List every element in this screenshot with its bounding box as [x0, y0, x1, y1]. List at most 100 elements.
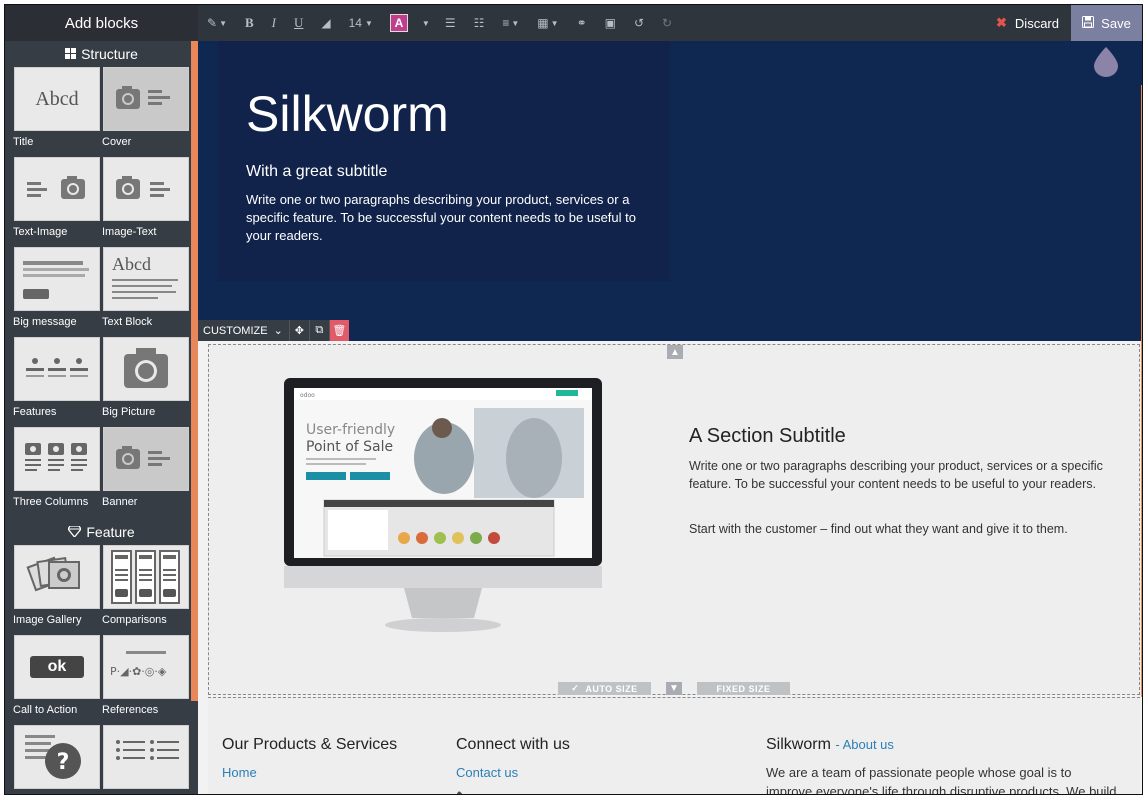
clone-button[interactable]: ⧉ — [308, 320, 329, 341]
hero-content-box — [218, 41, 670, 281]
footer-about-link[interactable]: About us — [843, 737, 894, 752]
table-icon: ▦ — [537, 16, 549, 30]
block-label: Comparisons — [102, 614, 167, 626]
droplet-icon[interactable] — [1094, 47, 1118, 77]
block-title[interactable]: Abcd Title — [13, 67, 100, 157]
block-features[interactable]: Features — [13, 337, 100, 427]
fixed-size-button[interactable]: FIXED SIZE — [697, 682, 790, 695]
block-question[interactable]: ? — [14, 725, 100, 794]
block-thumb — [103, 67, 189, 131]
block-thumb — [14, 545, 100, 609]
bold-icon: B — [244, 15, 254, 30]
delete-button[interactable]: 🗑 — [328, 320, 349, 341]
eraser-button[interactable]: ◢ — [312, 5, 339, 41]
footer-section[interactable]: Our Products & Services Home Connect wit… — [208, 697, 1140, 795]
screen-brand: odoo — [300, 392, 315, 399]
add-blocks-sidebar: Add blocks Structure Abcd Title Cover Te… — [5, 5, 198, 794]
auto-size-button[interactable]: ✓ AUTO SIZE — [558, 682, 651, 695]
underline-icon: U — [294, 15, 304, 30]
numbered-list-icon: ☷ — [473, 16, 485, 30]
bold-button[interactable]: B — [236, 5, 263, 41]
hero-subtitle[interactable]: With a great subtitle — [246, 163, 387, 181]
block-image-gallery[interactable]: Image Gallery — [13, 545, 100, 635]
camera-text-icon — [116, 176, 170, 199]
abcd-text: Abcd — [35, 87, 79, 110]
block-text-image[interactable]: Text-Image — [13, 157, 100, 247]
image-button[interactable]: ▣ — [596, 5, 625, 41]
block-text-block[interactable]: Abcd Text Block — [102, 247, 189, 337]
block-label: Text-Image — [13, 226, 68, 238]
save-button[interactable]: Save — [1071, 5, 1142, 41]
block-label: Image Gallery — [13, 614, 82, 626]
block-label: Title — [13, 136, 34, 148]
sidebar-scrollbar[interactable] — [191, 41, 198, 701]
features-icon — [26, 358, 88, 377]
resize-up-handle[interactable]: ▲ — [667, 345, 683, 359]
move-button[interactable]: ✥ — [288, 320, 309, 341]
redo-button[interactable]: ↻ — [653, 5, 681, 41]
hero-paragraph[interactable]: Write one or two paragraphs describing y… — [246, 191, 646, 245]
block-thumb — [103, 157, 189, 221]
resize-down-handle[interactable]: ▼ — [666, 682, 682, 695]
save-label: Save — [1101, 15, 1131, 31]
abcd-text: Abcd — [112, 254, 151, 274]
block-call-to-action[interactable]: ok Call to Action — [13, 635, 100, 725]
customize-dropdown[interactable]: CUSTOMIZE ⌄ — [198, 320, 289, 341]
align-icon: ≡ — [502, 16, 510, 30]
block-list[interactable] — [103, 725, 189, 794]
section-title[interactable]: A Section Subtitle — [689, 425, 846, 448]
section-paragraph-1[interactable]: Write one or two paragraphs describing y… — [689, 458, 1129, 493]
undo-button[interactable]: ↺ — [625, 5, 653, 41]
block-label: Big Picture — [102, 406, 156, 418]
category-feature: Feature — [5, 519, 198, 545]
block-label: Three Columns — [13, 496, 89, 508]
link-button[interactable]: ⚭ — [568, 5, 596, 41]
screen-headline-1: User-friendly — [306, 422, 395, 438]
editor-toolbar: ✎ ▼ B I U ◢ 14 ▼ A ▼ ☰ ☷ ≡ ▼ ▦ ▼ ⚭ ▣ ↺ ↻ ✖ D… — [198, 5, 1142, 41]
style-dropdown-button[interactable]: ✎ ▼ — [198, 5, 236, 41]
footer-company-title: Silkworm — [766, 736, 831, 753]
ordered-list-button[interactable]: ☷ — [465, 5, 494, 41]
footer-contact-link[interactable]: Contact us — [456, 765, 518, 780]
italic-button[interactable]: I — [263, 5, 285, 41]
grid-icon — [65, 46, 77, 62]
references-icon: P·◢·✿·◎·◈ — [110, 651, 167, 678]
text-image-section[interactable]: ▲ odoo User-friendly Point of Sale A Sec… — [208, 344, 1140, 695]
caret-down-icon: ▼ — [219, 18, 227, 28]
block-cover[interactable]: Cover — [102, 67, 189, 157]
category-label: Feature — [86, 524, 135, 540]
font-color-button[interactable]: A — [389, 14, 408, 32]
hero-title[interactable]: Silkworm — [246, 85, 449, 143]
block-big-picture[interactable]: Big Picture — [102, 337, 189, 427]
monitor-image: odoo User-friendly Point of Sale — [284, 378, 602, 648]
footer-phone: 📞 800-826-0577 — [456, 791, 557, 794]
block-three-columns[interactable]: Three Columns — [13, 427, 100, 517]
customize-label: CUSTOMIZE — [203, 324, 268, 337]
table-dropdown[interactable]: ▦ ▼ — [528, 5, 567, 41]
block-comparisons[interactable]: Comparisons — [102, 545, 189, 635]
footer-about-header: Silkworm - About us — [766, 736, 894, 753]
block-thumb: Abcd — [103, 247, 189, 311]
block-references[interactable]: P·◢·✿·◎·◈ References — [102, 635, 189, 725]
footer-home-link[interactable]: Home — [222, 765, 257, 780]
camera-text-icon — [116, 86, 170, 109]
category-structure: Structure — [5, 41, 198, 67]
discard-button[interactable]: ✖ Discard — [986, 5, 1071, 41]
paragraph-align-dropdown[interactable]: ≡ ▼ — [493, 5, 528, 41]
footer-about-text-2: improve everyone's life through disrupti… — [766, 784, 1117, 795]
font-size-dropdown[interactable]: 14 ▼ — [340, 5, 382, 41]
banner-icon — [116, 446, 170, 469]
caret-down-icon: ▼ — [364, 18, 373, 28]
block-label: Big message — [13, 316, 77, 328]
color-dropdown-caret[interactable]: ▼ — [416, 5, 436, 41]
underline-button[interactable]: U — [285, 5, 312, 41]
hero-section[interactable]: Silkworm With a great subtitle Write one… — [198, 41, 1142, 341]
section-paragraph-2[interactable]: Start with the customer – find out what … — [689, 522, 1129, 536]
chevron-down-icon: ⌄ — [273, 325, 283, 337]
block-image-text[interactable]: Image-Text — [102, 157, 189, 247]
block-big-message[interactable]: Big message — [13, 247, 100, 337]
block-label: Call to Action — [13, 704, 78, 716]
unordered-list-button[interactable]: ☰ — [436, 5, 465, 41]
block-banner[interactable]: Banner — [102, 427, 189, 517]
page-scrollbar[interactable] — [1141, 85, 1142, 697]
